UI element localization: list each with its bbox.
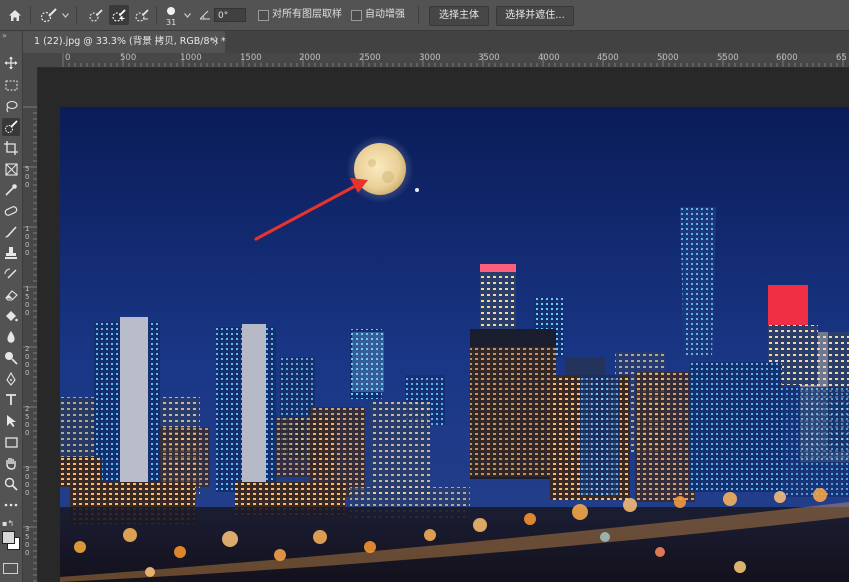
- options-bar: 31 0° 对所有图层取样 自动增强 选择主体 选择并遮住...: [0, 0, 849, 31]
- path-selection-icon[interactable]: [2, 412, 20, 430]
- paint-bucket-icon[interactable]: [2, 307, 20, 325]
- tool-preset-quick-selection-icon[interactable]: [38, 0, 60, 30]
- ruler-h-label: 0: [65, 53, 71, 63]
- ruler-h-label: 2000: [299, 53, 321, 63]
- eraser-icon[interactable]: [2, 286, 20, 304]
- document-tab[interactable]: 1 (22).jpg @ 33.3% (背景 拷贝, RGB/8*) *: [23, 31, 226, 53]
- ruler-v-label: 3 0 0 0: [25, 465, 30, 497]
- chevron-down-icon[interactable]: [60, 0, 70, 30]
- ruler-h-label: 6000: [776, 53, 798, 63]
- angle-icon: [198, 0, 212, 30]
- ruler-h-label: 4000: [538, 53, 560, 63]
- history-brush-icon[interactable]: [2, 265, 20, 283]
- pen-icon[interactable]: [2, 370, 20, 388]
- ruler-v-label: 1 5 0 0: [25, 285, 30, 317]
- ruler-h-label: 500: [120, 53, 137, 63]
- more-icon[interactable]: [2, 496, 20, 514]
- sample-all-layers-checkbox[interactable]: [258, 10, 269, 21]
- select-subject-button[interactable]: 选择主体: [429, 6, 489, 26]
- expand-panel-icon[interactable]: »: [2, 31, 7, 40]
- ruler-h-label: 5500: [717, 53, 739, 63]
- foreground-color-swatch[interactable]: [2, 531, 15, 544]
- marquee-icon[interactable]: [2, 76, 20, 94]
- ruler-v-label: 5 0 0: [25, 165, 30, 189]
- angle-input[interactable]: 0°: [214, 8, 246, 22]
- hand-icon[interactable]: [2, 454, 20, 472]
- ruler-h-label: 3500: [478, 53, 500, 63]
- ruler-h-label: 1000: [180, 53, 202, 63]
- rectangle-icon[interactable]: [2, 433, 20, 451]
- ruler-h-label: 4500: [597, 53, 619, 63]
- crop-icon[interactable]: [2, 139, 20, 157]
- ruler-h-label: 5000: [657, 53, 679, 63]
- brush-chevron-down-icon[interactable]: [182, 0, 192, 30]
- quick-mask-icon[interactable]: [3, 563, 18, 574]
- ruler-v-label: 2 5 0 0: [25, 405, 30, 437]
- move-icon[interactable]: [2, 54, 20, 72]
- healing-brush-icon[interactable]: [2, 202, 20, 220]
- subtract-from-selection-icon[interactable]: [132, 0, 152, 30]
- frame-icon[interactable]: [2, 160, 20, 178]
- eyedropper-icon[interactable]: [2, 181, 20, 199]
- ruler-v-label: 1 0 0 0: [25, 225, 30, 257]
- home-icon[interactable]: [6, 0, 24, 30]
- blur-icon[interactable]: [2, 328, 20, 346]
- ruler-h-label: 2500: [359, 53, 381, 63]
- sample-all-layers-label: 对所有图层取样: [272, 9, 342, 20]
- ruler-h-label: 65: [836, 53, 847, 63]
- auto-enhance-checkbox[interactable]: [351, 10, 362, 21]
- type-icon[interactable]: [2, 391, 20, 409]
- new-selection-icon[interactable]: [86, 0, 106, 30]
- ruler-h-label: 3000: [419, 53, 441, 63]
- zoom-icon[interactable]: [2, 475, 20, 493]
- horizontal-ruler[interactable]: 0 500 1000 1500 2000 2500 3000 3500 4000…: [23, 53, 849, 68]
- auto-enhance-label: 自动增强: [365, 9, 405, 20]
- dodge-icon[interactable]: [2, 349, 20, 367]
- lasso-icon[interactable]: [2, 97, 20, 115]
- tools-panel: » ▪↰: [0, 31, 23, 582]
- ruler-v-label: 3 5 0 0: [25, 525, 30, 557]
- ruler-v-label: 2 0 0 0: [25, 345, 30, 377]
- brush-icon[interactable]: [2, 223, 20, 241]
- add-to-selection-icon[interactable]: [109, 5, 129, 25]
- ruler-h-label: 1500: [240, 53, 262, 63]
- vertical-ruler[interactable]: 5 0 0 1 0 0 0 1 5 0 0 2 0 0 0 2 5 0 0 3 …: [23, 67, 38, 582]
- close-tab-icon[interactable]: ×: [211, 31, 219, 53]
- clone-stamp-icon[interactable]: [2, 244, 20, 262]
- document-image-city-night[interactable]: [60, 107, 849, 582]
- select-and-mask-button[interactable]: 选择并遮住...: [496, 6, 574, 26]
- quick-selection-icon[interactable]: [2, 118, 20, 136]
- default-colors-icon[interactable]: ▪↰: [2, 519, 14, 528]
- vertical-ruler-ticks: [23, 106, 37, 582]
